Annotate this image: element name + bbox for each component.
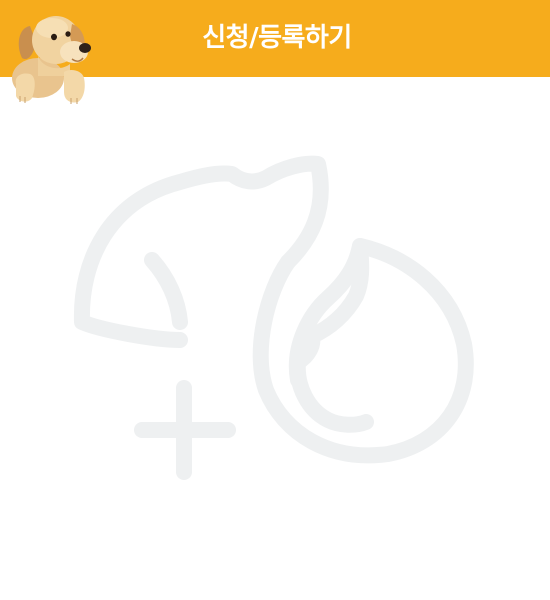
puppy-mascot-icon (12, 16, 91, 104)
pet-add-placeholder-icon (73, 155, 474, 480)
application-page: 신청/등록하기 (0, 0, 550, 600)
